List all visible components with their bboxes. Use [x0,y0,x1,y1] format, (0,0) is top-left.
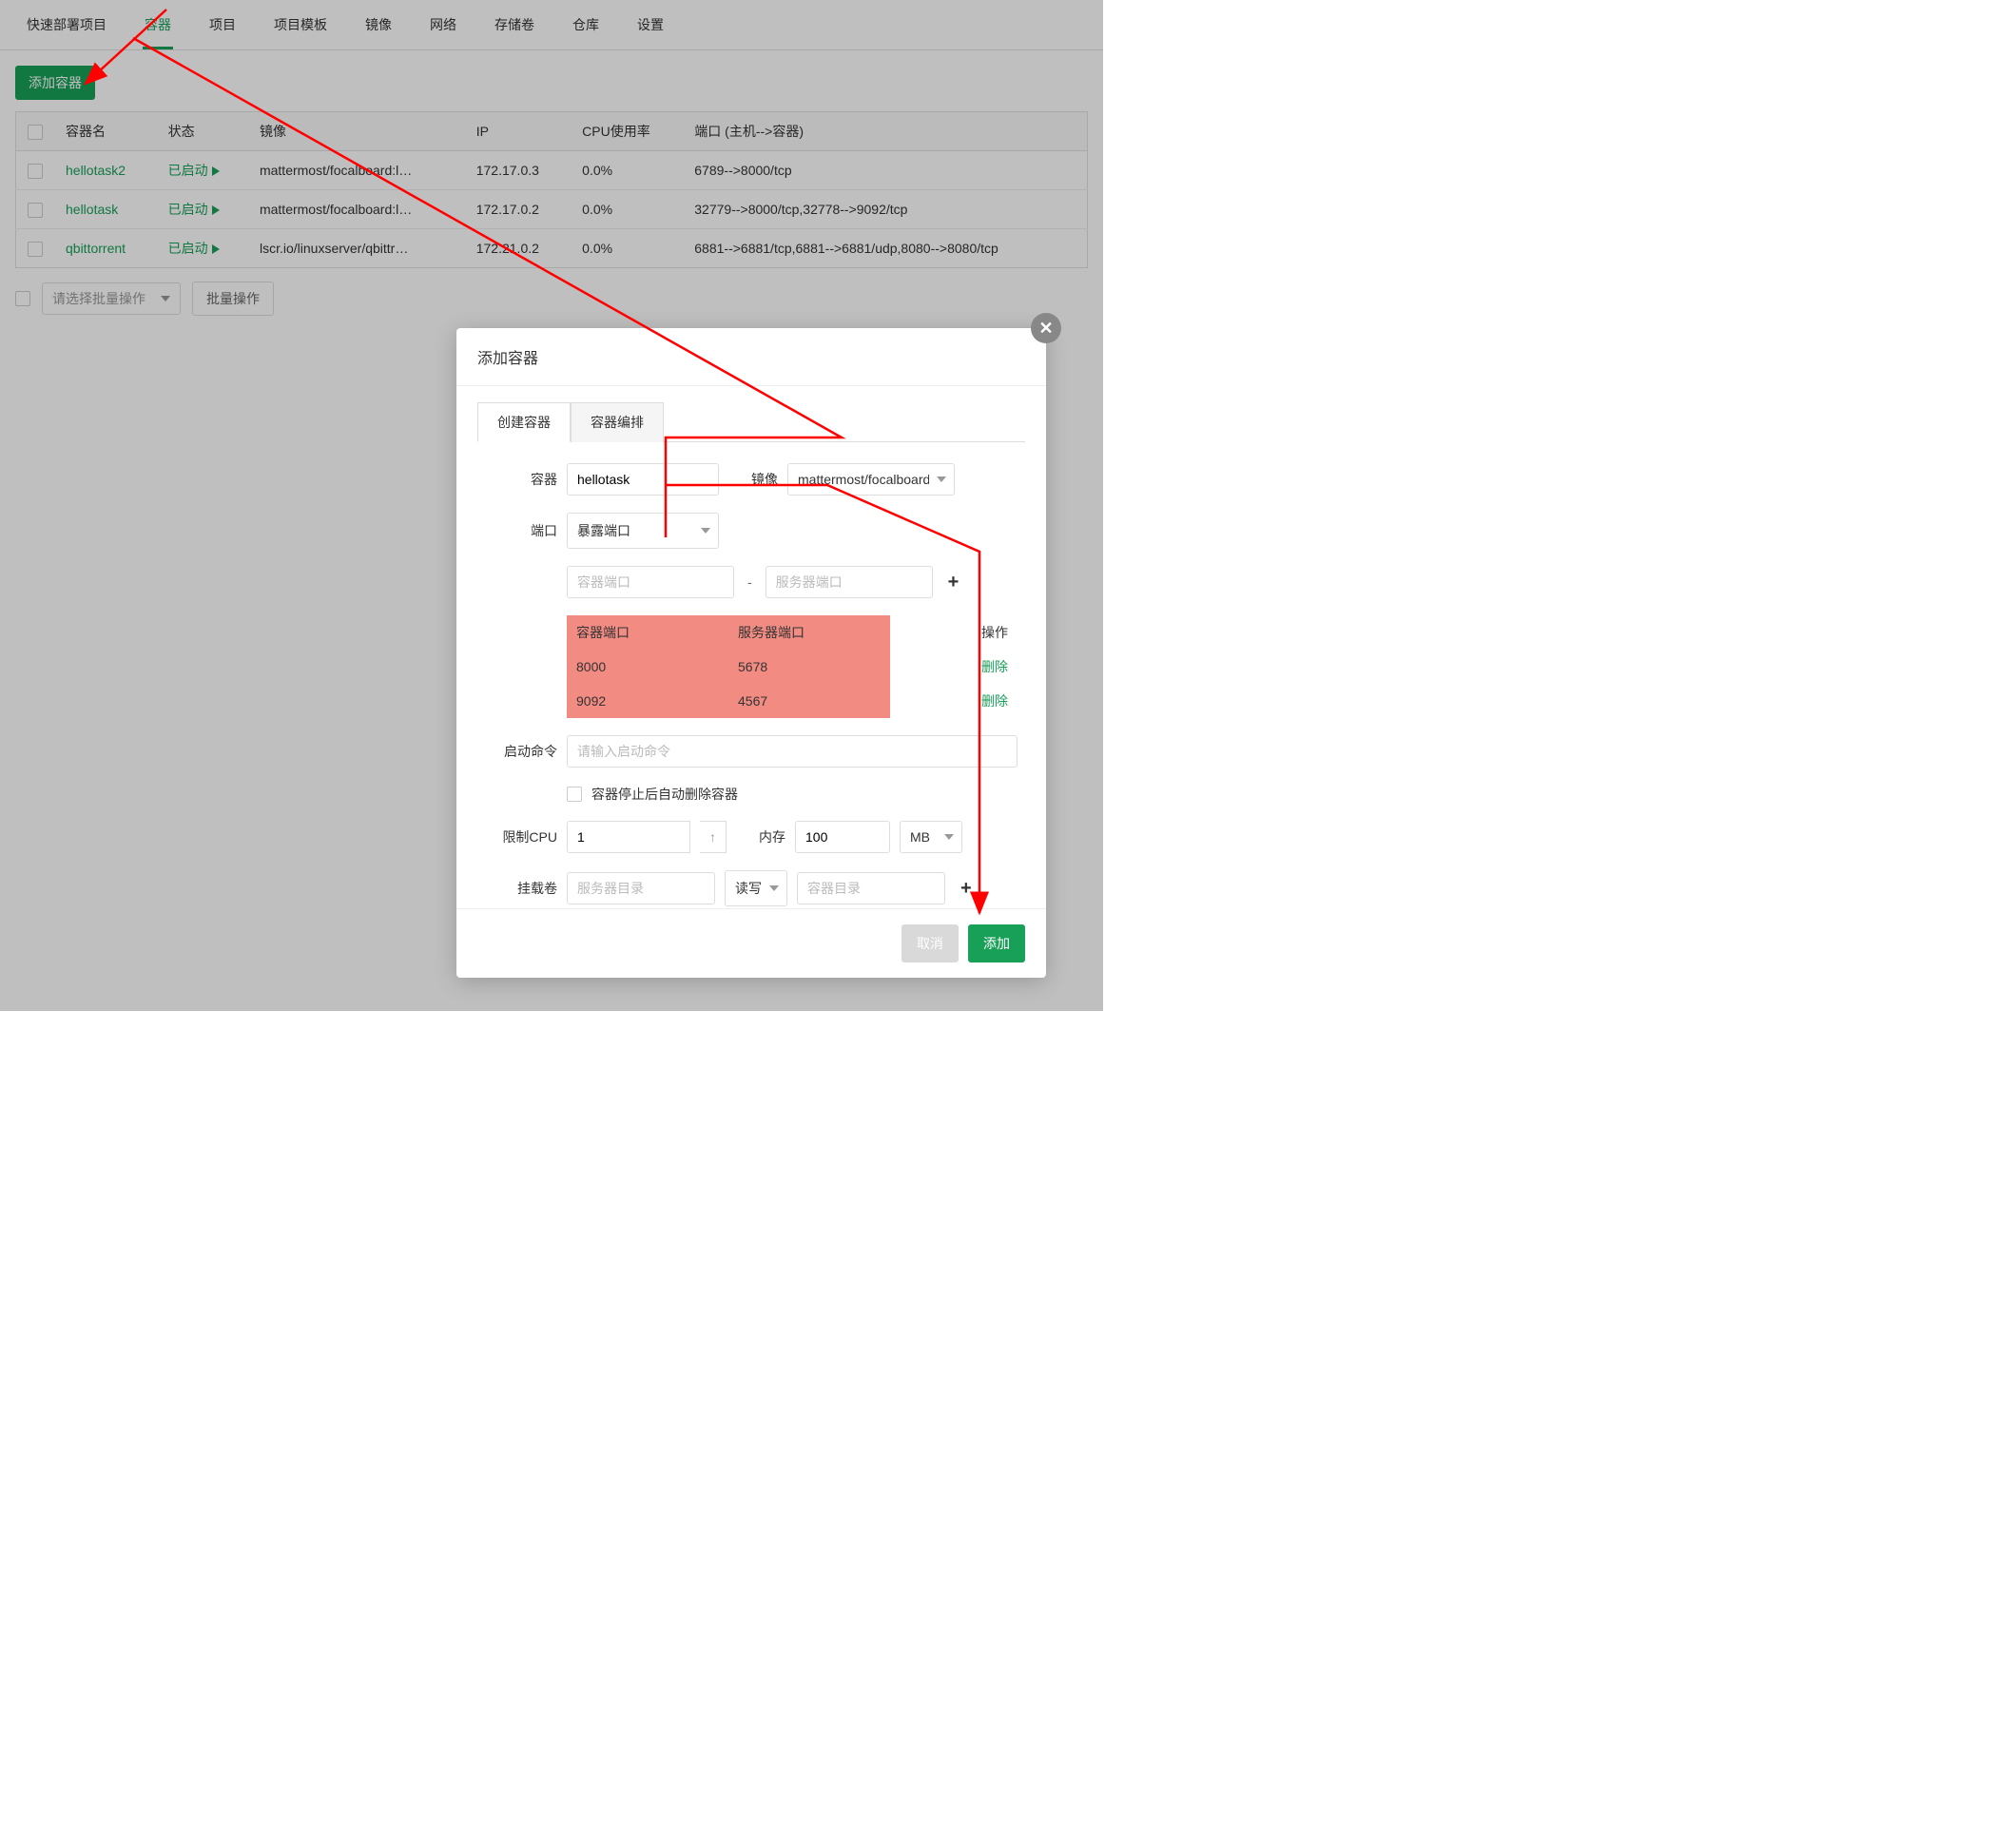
port-mapping-table: 容器端口 服务器端口 操作 8000 5678 删除 9092 4567 删除 [567,615,1018,718]
port-header-op: 操作 [890,615,1018,650]
tab-create-container[interactable]: 创建容器 [477,402,571,442]
server-port-input[interactable] [766,566,933,598]
image-select-value: mattermost/focalboard:la [798,472,929,487]
memory-unit-select[interactable]: MB [900,821,962,853]
modal-footer: 取消 添加 [456,908,1046,978]
label-memory: 内存 [736,827,785,846]
add-port-icon[interactable]: + [942,572,965,593]
add-mount-icon[interactable]: + [955,878,978,900]
label-auto-remove: 容器停止后自动删除容器 [591,785,738,804]
modal-tabs: 创建容器 容器编排 [477,401,1025,442]
tab-compose[interactable]: 容器编排 [571,402,664,442]
chevron-down-icon [944,834,954,840]
delete-port-link[interactable]: 删除 [981,659,1008,674]
image-select[interactable]: mattermost/focalboard:la [787,463,955,496]
container-dir-input[interactable] [797,872,945,904]
cpu-stepper[interactable]: ↑ [700,821,727,853]
port-cport: 9092 [567,684,728,718]
server-dir-input[interactable] [567,872,715,904]
chevron-down-icon [769,885,779,891]
chevron-down-icon [701,528,710,534]
close-icon[interactable]: ✕ [1031,313,1061,343]
form-area[interactable]: 容器 镜像 mattermost/focalboard:la 端口 暴露端口 [477,442,1025,908]
add-container-modal: ✕ 添加容器 创建容器 容器编排 容器 镜像 mattermost/focalb… [456,328,1046,978]
container-name-input[interactable] [567,463,719,496]
label-port: 端口 [477,521,557,540]
memory-unit-value: MB [910,829,930,845]
dash: - [744,574,756,590]
memory-input[interactable] [795,821,890,853]
port-cport: 8000 [567,650,728,684]
port-mode-value: 暴露端口 [577,521,630,540]
cancel-button[interactable]: 取消 [901,924,959,962]
start-cmd-input[interactable] [567,735,1018,768]
label-cpu: 限制CPU [477,827,557,846]
port-header-sport: 服务器端口 [728,615,890,650]
auto-remove-checkbox[interactable] [567,787,582,802]
port-sport: 4567 [728,684,890,718]
label-image: 镜像 [728,470,778,489]
cpu-input[interactable] [567,821,690,853]
submit-button[interactable]: 添加 [968,924,1025,962]
mount-mode-value: 读写 [735,879,762,898]
port-mode-select[interactable]: 暴露端口 [567,513,719,549]
label-mount: 挂载卷 [477,879,557,898]
port-header-cport: 容器端口 [567,615,728,650]
container-port-input[interactable] [567,566,734,598]
modal-title: 添加容器 [456,328,1046,386]
mount-mode-select[interactable]: 读写 [725,870,787,906]
port-row: 9092 4567 删除 [567,684,1018,718]
label-container: 容器 [477,470,557,489]
chevron-down-icon [937,476,946,482]
delete-port-link[interactable]: 删除 [981,693,1008,709]
port-row: 8000 5678 删除 [567,650,1018,684]
label-startcmd: 启动命令 [477,742,557,761]
port-sport: 5678 [728,650,890,684]
